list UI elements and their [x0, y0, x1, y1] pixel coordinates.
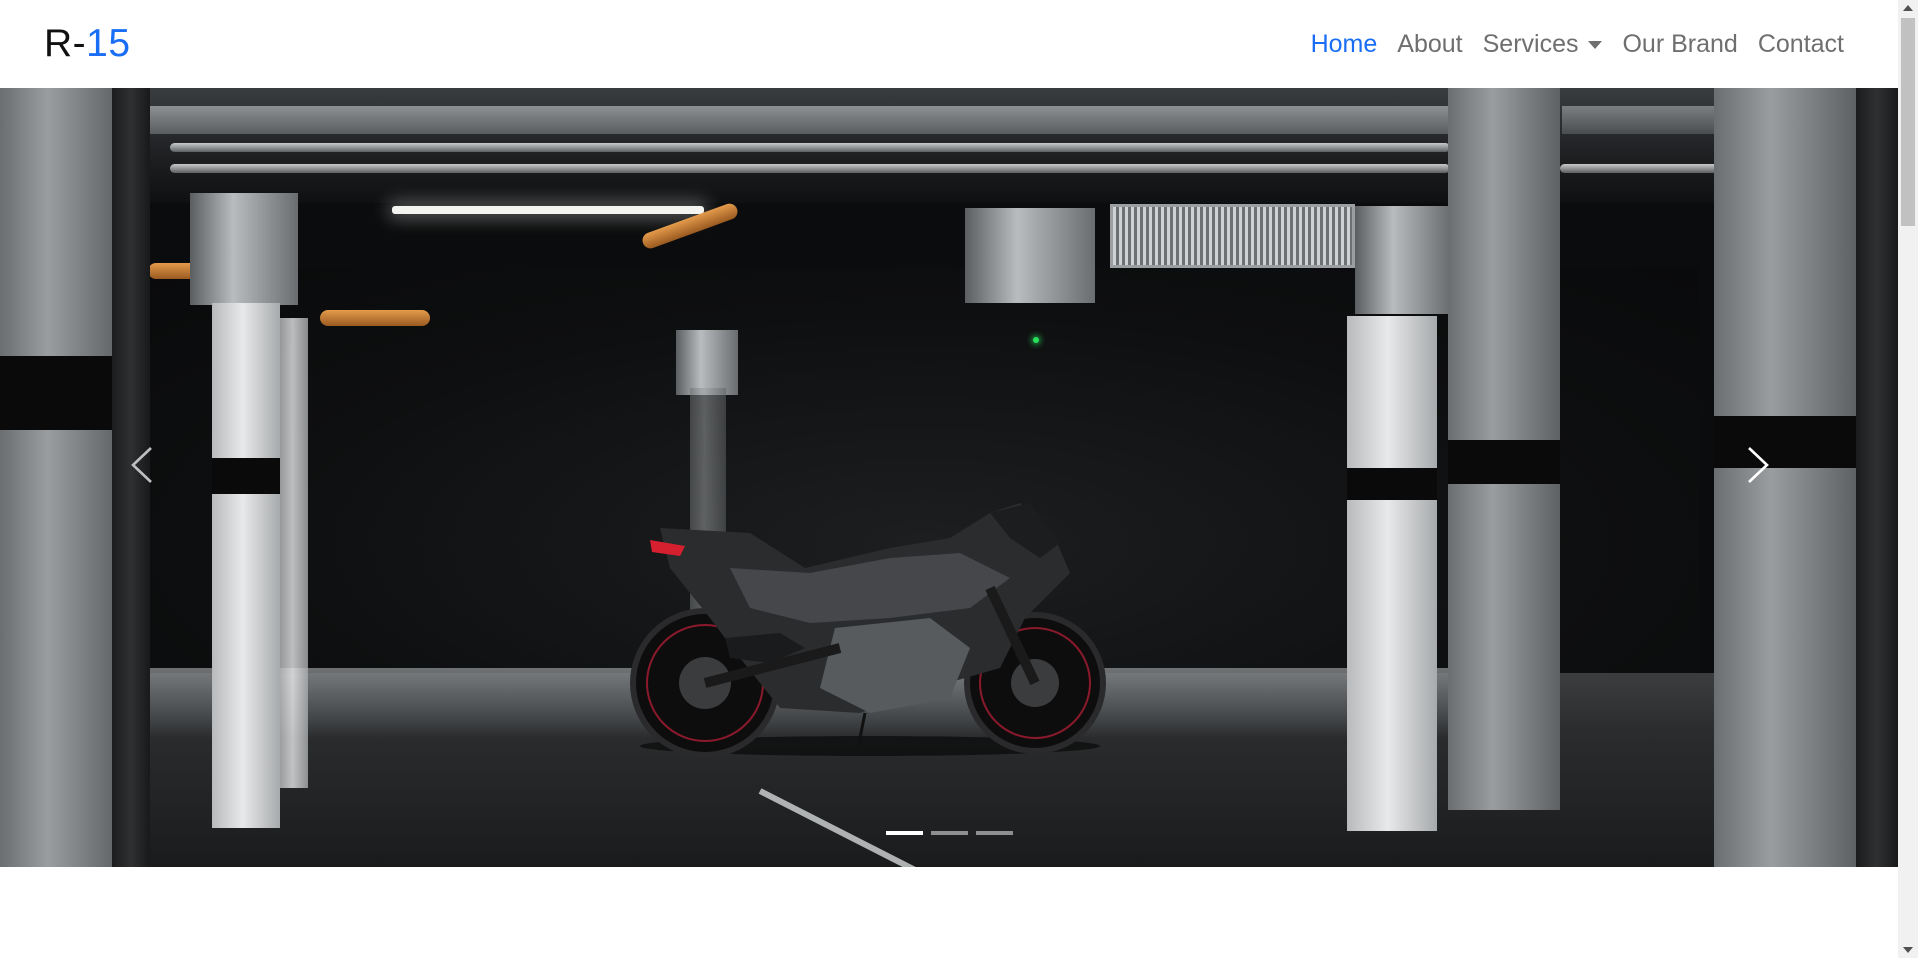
pillar-band: [212, 458, 280, 494]
carousel-slide-image: [0, 88, 1898, 867]
ceiling-vent: [1110, 204, 1355, 268]
carousel-indicator-1[interactable]: [885, 831, 923, 835]
nav-home-link[interactable]: Home: [1301, 30, 1388, 59]
navbar: R-15 Home About Services Our Brand Conta…: [0, 0, 1898, 88]
scroll-up-arrow-icon[interactable]: [1903, 5, 1913, 11]
ceiling-duct: [190, 193, 298, 305]
ceiling-duct: [965, 208, 1095, 303]
nav-contact-link[interactable]: Contact: [1748, 30, 1854, 59]
orange-duct: [320, 310, 430, 326]
ceiling-light: [392, 206, 704, 214]
pillar: [0, 88, 120, 867]
ceiling-duct: [1355, 206, 1450, 314]
ceiling-pipe: [170, 164, 1450, 173]
chevron-left-icon: [131, 447, 152, 483]
carousel-prev-button[interactable]: [112, 410, 172, 520]
scroll-thumb[interactable]: [1901, 18, 1915, 226]
pillar: [280, 318, 308, 788]
nav-about-label: About: [1397, 29, 1463, 58]
nav-home-label: Home: [1310, 29, 1378, 58]
nav-contact-label: Contact: [1757, 29, 1844, 58]
hero-carousel: [0, 88, 1898, 867]
chevron-right-icon: [1748, 447, 1769, 483]
pillar-band: [1347, 468, 1437, 500]
motorcycle-image: [630, 503, 1106, 758]
pillar-band: [1448, 440, 1560, 484]
nav-our-brand-label: Our Brand: [1622, 29, 1738, 58]
ceiling-duct: [676, 330, 738, 395]
brand-logo[interactable]: R-15: [44, 22, 131, 66]
nav-services-dropdown[interactable]: Services: [1473, 30, 1613, 59]
pillar: [1347, 316, 1437, 831]
brand-prefix: R-: [44, 22, 87, 65]
nav-services-label: Services: [1482, 29, 1579, 58]
carousel-next-button[interactable]: [1728, 410, 1788, 520]
ceiling-beam: [148, 106, 1453, 134]
nav-menu: Home About Services Our Brand Contact: [1301, 30, 1854, 59]
ceiling-pipe: [170, 143, 1450, 152]
pillar: [1856, 88, 1898, 867]
scroll-down-arrow-icon[interactable]: [1903, 947, 1913, 953]
pillar: [212, 303, 280, 828]
status-light: [1033, 337, 1039, 343]
pillar-band: [0, 356, 118, 430]
carousel-indicator-2[interactable]: [930, 831, 968, 835]
brand-accent: 15: [86, 22, 131, 65]
nav-about-link[interactable]: About: [1387, 30, 1472, 59]
carousel-indicators: [0, 831, 1898, 835]
caret-down-icon: [1588, 41, 1603, 49]
carousel-indicator-3[interactable]: [975, 831, 1013, 835]
nav-our-brand-link[interactable]: Our Brand: [1612, 30, 1747, 59]
page-scrollbar[interactable]: [1898, 0, 1918, 958]
